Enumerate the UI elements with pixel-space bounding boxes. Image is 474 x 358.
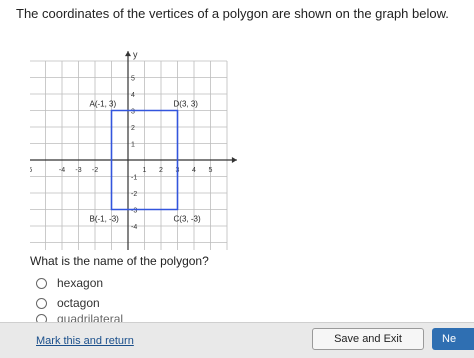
choice-label: octagon xyxy=(57,296,100,310)
radio-button[interactable] xyxy=(36,297,47,309)
bottom-toolbar: Mark this and return Save and Exit Ne xyxy=(0,322,474,358)
graph-canvas: yx-6-4-3-21234554321-1-2-3-4-6A(-1, 3)D(… xyxy=(30,50,237,250)
save-and-exit-button[interactable]: Save and Exit xyxy=(312,328,424,350)
y-tick-label: 3 xyxy=(131,109,135,116)
y-tick-label: 4 xyxy=(131,92,135,99)
coordinate-graph: yx-6-4-3-21234554321-1-2-3-4-6A(-1, 3)D(… xyxy=(30,40,240,250)
question-text: The coordinates of the vertices of a pol… xyxy=(16,6,449,21)
answer-choices: hexagon octagon quadrilateral xyxy=(36,274,123,326)
y-axis-label: y xyxy=(133,50,138,60)
x-tick-label: -3 xyxy=(75,167,81,174)
vertex-label: C(3, -3) xyxy=(174,215,201,224)
vertex-label: D(3, 3) xyxy=(174,100,199,109)
x-tick-label: 5 xyxy=(209,167,213,174)
x-tick-label: 2 xyxy=(159,167,163,174)
y-axis-arrow xyxy=(125,51,131,57)
radio-button[interactable] xyxy=(36,277,47,289)
y-tick-label: 5 xyxy=(131,76,135,83)
x-tick-label: 4 xyxy=(192,167,196,174)
choice-hexagon[interactable]: hexagon xyxy=(36,274,123,292)
x-axis-arrow xyxy=(231,157,237,163)
vertex-label: A(-1, 3) xyxy=(90,100,117,109)
next-button[interactable]: Ne xyxy=(432,328,474,350)
y-tick-label: 1 xyxy=(131,142,135,149)
choice-label: hexagon xyxy=(57,276,104,290)
y-tick-label: -4 xyxy=(131,224,137,231)
vertex-label: B(-1, -3) xyxy=(90,215,120,224)
question-prompt: What is the name of the polygon? xyxy=(30,254,209,268)
y-tick-label: 2 xyxy=(131,125,135,132)
x-tick-label: -6 xyxy=(30,167,32,174)
choice-octagon[interactable]: octagon xyxy=(36,294,123,312)
x-tick-label: -2 xyxy=(92,167,98,174)
y-tick-label: -1 xyxy=(131,175,137,182)
x-tick-label: -4 xyxy=(59,167,65,174)
y-tick-label: -3 xyxy=(131,208,137,215)
mark-and-return-link[interactable]: Mark this and return xyxy=(36,335,134,347)
y-tick-label: -2 xyxy=(131,191,137,198)
x-tick-label: 1 xyxy=(143,167,147,174)
